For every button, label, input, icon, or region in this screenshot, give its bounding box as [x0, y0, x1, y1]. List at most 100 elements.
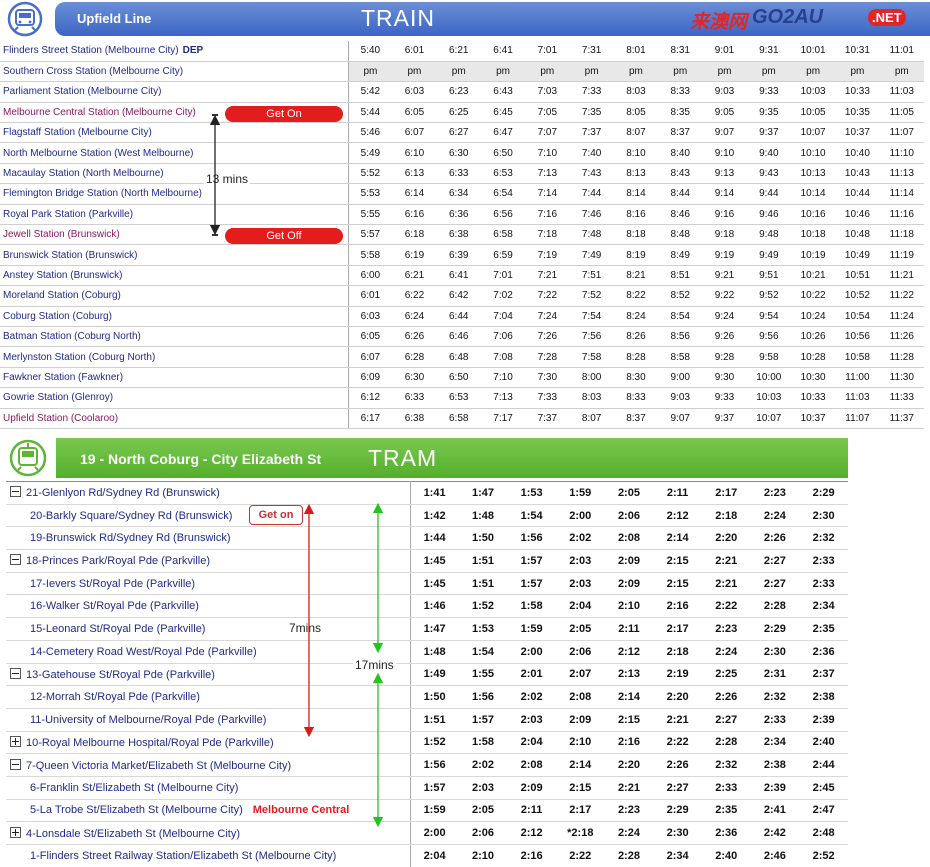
collapse-minus-icon[interactable]: [10, 486, 21, 498]
train-time-cell: 5:52: [348, 163, 393, 185]
train-time-cell: 6:50: [480, 142, 526, 164]
tram-time-cell: 2:14: [653, 526, 702, 551]
train-time-cell: 6:30: [436, 142, 481, 164]
tram-stop-name[interactable]: 5-La Trobe St/Elizabeth St (Melbourne Ci…: [6, 799, 411, 823]
train-station-name[interactable]: Gowrie Station (Glenroy): [0, 387, 349, 409]
tram-time-cell: 1:53: [507, 481, 556, 505]
tram-time-cell: 1:51: [458, 572, 508, 596]
train-table-row: North Melbourne Station (West Melbourne)…: [0, 142, 924, 164]
train-table-row: Parliament Station (Melbourne City) 5:42 6…: [0, 81, 924, 103]
collapse-minus-icon[interactable]: [10, 758, 21, 770]
train-time-cell: 9:05: [702, 102, 747, 124]
train-station-name[interactable]: Brunswick Station (Brunswick): [0, 244, 349, 266]
train-time-cell: 11:07: [835, 408, 880, 429]
tram-time-cell: 2:12: [604, 640, 654, 664]
tram-time-cell: 2:10: [604, 594, 654, 619]
tram-table-row: 6-Franklin St/Elizabeth St (Melbourne Ci…: [6, 776, 848, 800]
tram-stop-name[interactable]: 7-Queen Victoria Market/Elizabeth St (Me…: [6, 753, 411, 777]
tram-stop-label: 17-Ievers St/Royal Pde (Parkville): [30, 577, 196, 590]
tram-stop-name[interactable]: 19-Brunswick Rd/Sydney Rd (Brunswick): [6, 526, 411, 551]
site-logo[interactable]: 来澳网 GO2AU .NET: [690, 5, 930, 33]
tram-time-cell: 1:41: [410, 481, 459, 505]
train-time-cell: 10:19: [790, 244, 836, 266]
train-station-name[interactable]: Southern Cross Station (Melbourne City): [0, 61, 349, 83]
tram-time-cell: 2:28: [604, 844, 654, 867]
tram-stop-name[interactable]: 11-University of Melbourne/Royal Pde (Pa…: [6, 708, 411, 732]
train-time-cell: 6:30: [392, 367, 437, 389]
tram-time-cell: 2:03: [555, 572, 605, 596]
train-table-row: Flemington Bridge Station (North Melbour…: [0, 183, 924, 205]
tram-stop-name[interactable]: 16-Walker St/Royal Pde (Parkville): [6, 594, 411, 619]
train-station-name[interactable]: North Melbourne Station (West Melbourne): [0, 142, 349, 164]
train-time-cell: 9:33: [746, 81, 791, 103]
expand-plus-icon[interactable]: [10, 735, 21, 747]
tram-time-cell: 2:40: [701, 844, 751, 867]
train-station-label: Anstey Station (Brunswick): [3, 269, 123, 281]
train-time-cell: 7:40: [569, 142, 614, 164]
train-time-cell: 9:19: [702, 244, 747, 266]
train-station-name[interactable]: Parliament Station (Melbourne City): [0, 81, 349, 103]
train-time-cell: 8:56: [658, 326, 703, 348]
tram-time-cell: 2:27: [750, 549, 800, 573]
train-header: Upfield Line TRAIN 来澳网 GO2AU .NET: [0, 0, 930, 40]
tram-time-cell: 2:05: [604, 481, 654, 505]
collapse-minus-icon[interactable]: [10, 667, 21, 679]
train-time-cell: 6:27: [436, 122, 481, 144]
tram-stop-label: 16-Walker St/Royal Pde (Parkville): [30, 600, 199, 613]
train-station-name[interactable]: Moreland Station (Coburg): [0, 285, 349, 307]
train-time-cell: 5:42: [348, 81, 393, 103]
train-time-cell: 10:37: [790, 408, 836, 429]
tram-table-row: 7-Queen Victoria Market/Elizabeth St (Me…: [6, 753, 848, 777]
train-station-name[interactable]: Flagstaff Station (Melbourne City): [0, 122, 349, 144]
train-get-on-callout: Get On: [225, 106, 343, 122]
tram-time-cell: 2:27: [653, 776, 702, 800]
train-time-cell: 6:13: [392, 163, 437, 185]
tram-stop-name[interactable]: 14-Cemetery Road West/Royal Pde (Parkvil…: [6, 640, 411, 664]
tram-table-row: 18-Princes Park/Royal Pde (Parkville) 1:4…: [6, 549, 848, 573]
tram-time-cell: 2:02: [507, 685, 556, 709]
expand-plus-icon[interactable]: [10, 826, 21, 838]
tram-stop-name[interactable]: 4-Lonsdale St/Elizabeth St (Melbourne Ci…: [6, 821, 411, 845]
tram-stop-name[interactable]: 6-Franklin St/Elizabeth St (Melbourne Ci…: [6, 776, 411, 800]
tram-stop-name[interactable]: 21-Glenlyon Rd/Sydney Rd (Brunswick): [6, 481, 411, 505]
train-time-cell: 10:30: [790, 367, 836, 389]
train-station-name[interactable]: Merlynston Station (Coburg North): [0, 346, 349, 368]
train-time-cell: pm: [348, 61, 393, 83]
tram-time-cell: 2:09: [604, 549, 654, 573]
train-time-cell: 7:26: [525, 326, 570, 348]
train-station-name[interactable]: Macaulay Station (North Melbourne): [0, 163, 349, 185]
train-time-cell: 8:10: [613, 142, 659, 164]
tram-stop-name[interactable]: 10-Royal Melbourne Hospital/Royal Pde (P…: [6, 730, 411, 755]
train-table-row: Macaulay Station (North Melbourne) 5:52 6:…: [0, 163, 924, 185]
tram-stop-name[interactable]: 17-Ievers St/Royal Pde (Parkville): [6, 572, 411, 596]
tram-stop-name[interactable]: 15-Leonard St/Royal Pde (Parkville): [6, 617, 411, 641]
train-station-name[interactable]: Upfield Station (Coolaroo): [0, 408, 349, 429]
tram-stop-name[interactable]: 13-Gatehouse St/Royal Pde (Parkville): [6, 662, 411, 687]
train-time-cell: 7:51: [569, 265, 614, 287]
tram-time-cell: 1:44: [410, 526, 459, 551]
tram-time-cell: 1:52: [458, 594, 508, 619]
tram-stop-name[interactable]: 1-Flinders Street Railway Station/Elizab…: [6, 844, 411, 867]
train-time-cell: 11:30: [879, 367, 924, 389]
collapse-minus-icon[interactable]: [10, 554, 21, 566]
train-time-cell: 10:33: [835, 81, 880, 103]
train-station-name[interactable]: Coburg Station (Coburg): [0, 306, 349, 327]
tram-stop-name[interactable]: 18-Princes Park/Royal Pde (Parkville): [6, 549, 411, 573]
train-time-cell: 7:13: [480, 387, 526, 409]
train-station-name[interactable]: Fawkner Station (Fawkner): [0, 367, 349, 389]
train-time-cell: 6:41: [480, 41, 526, 62]
train-station-name[interactable]: Flinders Street Station (Melbourne City)…: [0, 41, 349, 62]
train-time-cell: 9:43: [746, 163, 791, 185]
tram-time-cell: 2:26: [701, 685, 751, 709]
train-time-cell: 7:48: [569, 224, 614, 246]
train-station-name[interactable]: Anstey Station (Brunswick): [0, 265, 349, 287]
tram-time-cell: 2:32: [750, 685, 800, 709]
tram-stop-name[interactable]: 12-Morrah St/Royal Pde (Parkville): [6, 685, 411, 709]
train-station-name[interactable]: Royal Park Station (Parkville): [0, 204, 349, 226]
train-time-cell: 7:07: [525, 122, 570, 144]
train-time-cell: 6:21: [392, 265, 437, 287]
tram-stop-name[interactable]: 20-Barkly Square/Sydney Rd (Brunswick): [6, 504, 411, 528]
tram-time-cell: 2:45: [799, 776, 848, 800]
train-station-name[interactable]: Flemington Bridge Station (North Melbour…: [0, 183, 349, 205]
train-station-name[interactable]: Batman Station (Coburg North): [0, 326, 349, 348]
